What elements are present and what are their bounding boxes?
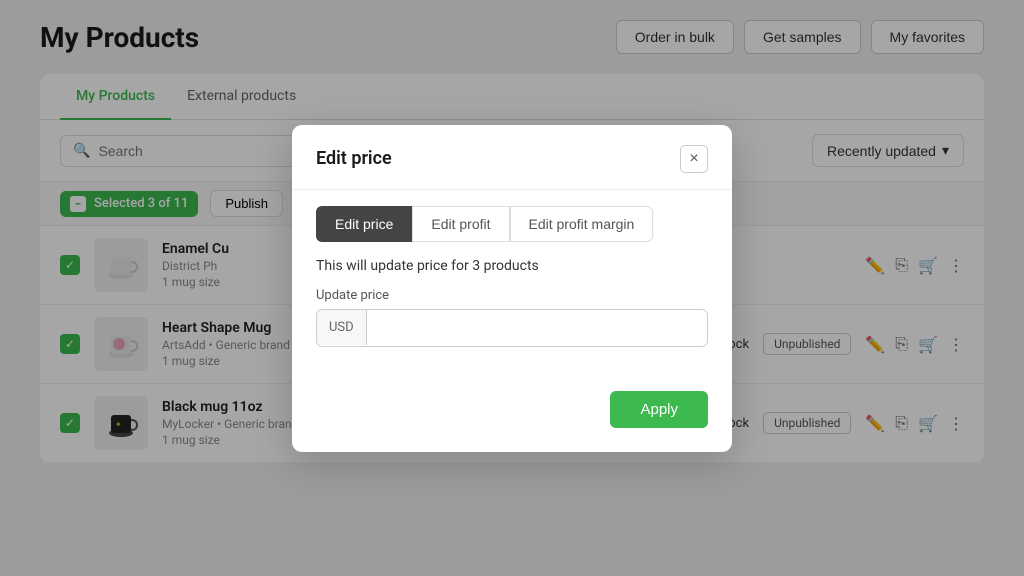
currency-prefix: USD <box>317 310 367 345</box>
modal-tab-edit-price[interactable]: Edit price <box>316 206 412 242</box>
modal-title: Edit price <box>316 148 392 169</box>
modal-overlay: Edit price × Edit price Edit profit Edit… <box>0 0 1024 576</box>
modal-body: This will update price for 3 products Up… <box>292 242 732 391</box>
price-input-row: USD <box>316 309 708 347</box>
modal-footer: Apply <box>292 391 732 452</box>
modal-header: Edit price × <box>292 125 732 190</box>
price-input[interactable] <box>367 310 707 346</box>
modal-description: This will update price for 3 products <box>316 258 708 274</box>
modal-close-button[interactable]: × <box>680 145 708 173</box>
price-field-label: Update price <box>316 288 708 303</box>
modal-tab-edit-profit[interactable]: Edit profit <box>412 206 509 242</box>
apply-button[interactable]: Apply <box>610 391 708 428</box>
edit-price-modal: Edit price × Edit price Edit profit Edit… <box>292 125 732 452</box>
modal-tab-edit-profit-margin[interactable]: Edit profit margin <box>510 206 654 242</box>
modal-tabs: Edit price Edit profit Edit profit margi… <box>292 190 732 242</box>
